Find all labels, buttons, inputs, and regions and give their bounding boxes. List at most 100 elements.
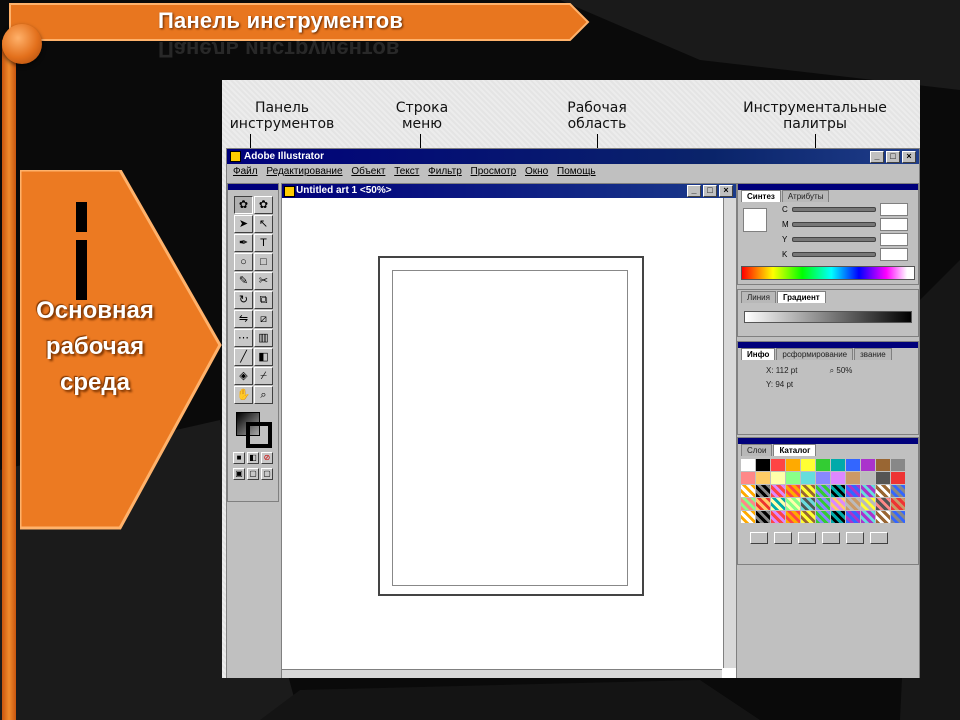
document-titlebar[interactable]: Untitled art 1 <50%> _ □ ×: [282, 184, 736, 198]
swatch-action-button[interactable]: [846, 532, 864, 544]
swatch[interactable]: [846, 498, 860, 510]
tab-stroke[interactable]: Линия: [741, 291, 776, 303]
tab-layers[interactable]: Слои: [741, 444, 773, 456]
swatch[interactable]: [741, 498, 755, 510]
screen-mode-icon[interactable]: ▢: [261, 468, 273, 480]
zoom-tool-icon[interactable]: ⌕: [254, 386, 273, 404]
artboard[interactable]: [378, 256, 644, 596]
swatch[interactable]: [891, 459, 905, 471]
none-mode-icon[interactable]: ⊘: [261, 452, 273, 464]
swatch[interactable]: [801, 511, 815, 523]
scale-tool-icon[interactable]: ⧉: [254, 291, 273, 309]
swatch-action-button[interactable]: [750, 532, 768, 544]
shear-tool-icon[interactable]: ⧄: [254, 310, 273, 328]
swatch[interactable]: [771, 498, 785, 510]
swatch[interactable]: [786, 459, 800, 471]
color-spectrum[interactable]: [741, 266, 915, 280]
menu-window[interactable]: Окно: [525, 166, 548, 177]
tab-attributes[interactable]: Атрибуты: [781, 190, 830, 202]
swatch[interactable]: [801, 459, 815, 471]
swatch[interactable]: [861, 498, 875, 510]
swatch[interactable]: [756, 498, 770, 510]
swatch[interactable]: [891, 498, 905, 510]
tab-align[interactable]: звание: [854, 348, 892, 360]
swatch[interactable]: [771, 459, 785, 471]
swatch[interactable]: [816, 485, 830, 497]
swatch[interactable]: [831, 459, 845, 471]
swatch[interactable]: [846, 472, 860, 484]
menu-edit[interactable]: Редактирование: [266, 166, 342, 177]
tab-synthesis[interactable]: Синтез: [741, 190, 781, 202]
menu-filter[interactable]: Фильтр: [428, 166, 462, 177]
swatch[interactable]: [741, 511, 755, 523]
doc-close-button[interactable]: ×: [719, 185, 733, 197]
pencil-tool-icon[interactable]: ✎: [234, 272, 253, 290]
graph-tool-icon[interactable]: ▥: [254, 329, 273, 347]
stroke-swatch[interactable]: [246, 422, 272, 448]
swatch[interactable]: [861, 485, 875, 497]
slider-y[interactable]: Y: [738, 232, 918, 247]
swatch[interactable]: [771, 472, 785, 484]
maximize-button[interactable]: □: [886, 151, 900, 163]
blend-tool-icon[interactable]: ⋯: [234, 329, 253, 347]
swatch[interactable]: [846, 459, 860, 471]
swatch[interactable]: [831, 498, 845, 510]
swatch[interactable]: [741, 472, 755, 484]
color-mode-icon[interactable]: ■: [233, 452, 245, 464]
swatch[interactable]: [831, 511, 845, 523]
swatch[interactable]: [756, 485, 770, 497]
swatch[interactable]: [741, 459, 755, 471]
gradient-tool-icon[interactable]: ◧: [254, 348, 273, 366]
swatch[interactable]: [876, 498, 890, 510]
swatch[interactable]: [801, 472, 815, 484]
ellipse-tool-icon[interactable]: ○: [234, 253, 253, 271]
swatch-action-button[interactable]: [798, 532, 816, 544]
swatch[interactable]: [876, 472, 890, 484]
swatch[interactable]: [876, 511, 890, 523]
swatch[interactable]: [786, 511, 800, 523]
tab-transform[interactable]: рсформирование: [776, 348, 854, 360]
scissors-tool-icon[interactable]: ✂: [254, 272, 273, 290]
swatch[interactable]: [891, 485, 905, 497]
screen-mode-icon[interactable]: ▣: [233, 468, 245, 480]
swatch[interactable]: [756, 472, 770, 484]
menu-view[interactable]: Просмотр: [471, 166, 517, 177]
rectangle-tool-icon[interactable]: □: [254, 253, 273, 271]
swatch[interactable]: [771, 485, 785, 497]
swatch[interactable]: [861, 511, 875, 523]
reflect-tool-icon[interactable]: ⇋: [234, 310, 253, 328]
swatch[interactable]: [876, 459, 890, 471]
rotate-tool-icon[interactable]: ↻: [234, 291, 253, 309]
swatch[interactable]: [816, 472, 830, 484]
menu-file[interactable]: Файл: [233, 166, 258, 177]
swatch[interactable]: [831, 472, 845, 484]
swatch[interactable]: [756, 511, 770, 523]
selection-tool-icon[interactable]: ➤: [234, 215, 253, 233]
hand-tool-icon[interactable]: ✋: [234, 386, 253, 404]
swatch[interactable]: [816, 498, 830, 510]
swatch[interactable]: [861, 472, 875, 484]
swatch[interactable]: [801, 498, 815, 510]
swatch[interactable]: [891, 511, 905, 523]
fill-stroke-selector[interactable]: [234, 410, 272, 448]
doc-maximize-button[interactable]: □: [703, 185, 717, 197]
close-button[interactable]: ×: [902, 151, 916, 163]
tab-catalog[interactable]: Каталог: [773, 444, 817, 456]
swatch[interactable]: [786, 485, 800, 497]
swatch[interactable]: [741, 485, 755, 497]
menu-text[interactable]: Текст: [394, 166, 419, 177]
swatch[interactable]: [786, 498, 800, 510]
tab-gradient[interactable]: Градиент: [776, 291, 826, 303]
horizontal-scrollbar[interactable]: [282, 669, 722, 678]
swatch[interactable]: [816, 459, 830, 471]
swatch[interactable]: [816, 511, 830, 523]
swatch[interactable]: [756, 459, 770, 471]
minimize-button[interactable]: _: [870, 151, 884, 163]
swatch[interactable]: [846, 511, 860, 523]
swatch-action-button[interactable]: [774, 532, 792, 544]
menu-object[interactable]: Объект: [351, 166, 385, 177]
direct-selection-tool-icon[interactable]: ↖: [254, 215, 273, 233]
swatch[interactable]: [831, 485, 845, 497]
swatch[interactable]: [801, 485, 815, 497]
eyedropper-tool-icon[interactable]: ⌿: [254, 367, 273, 385]
